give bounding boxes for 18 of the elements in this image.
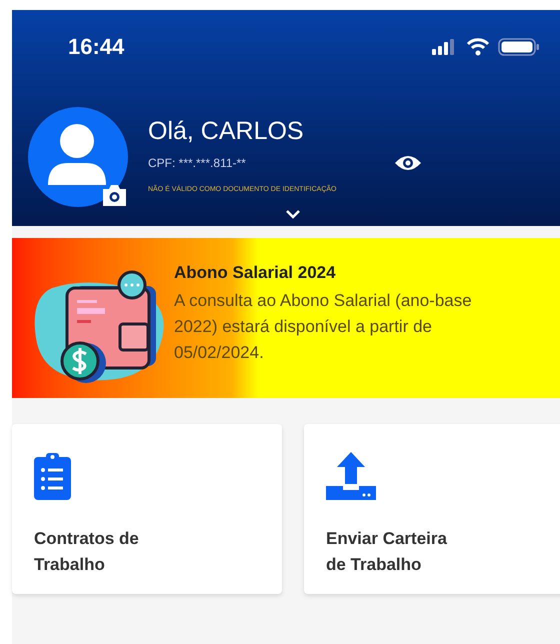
service-card[interactable]: Contratos de Trabalho [12, 424, 282, 594]
cpf-text: CPF: ***.***.811-** [148, 155, 246, 172]
wifi-icon [466, 38, 490, 56]
banner-title: Abono Salarial 2024 [174, 262, 337, 284]
upload-tray-icon [326, 452, 376, 500]
battery-icon [498, 38, 540, 56]
avatar-silhouette-icon [28, 107, 128, 207]
service-card[interactable]: Enviar Carteira de Trabalho [304, 424, 560, 594]
greeting-text: Olá, CARLOS [148, 116, 305, 147]
card-label: Enviar Carteira de Trabalho [326, 528, 448, 576]
camera-icon [101, 183, 128, 207]
card-label: Contratos de Trabalho [34, 528, 140, 576]
status-time: 16:44 [68, 33, 124, 61]
banner[interactable]: Abono Salarial 2024 A consulta ao Abono Salarial (ano-base 2022) estará disponível a partir de 05/02/2024. [12, 238, 560, 398]
chevron-down-icon[interactable] [285, 209, 301, 219]
clipboard-list-icon [34, 452, 71, 500]
banner-text: A consulta ao Abono Salarial (ano-base 2022) estará disponível a partir de 05/02/2024. [174, 290, 473, 364]
eye-icon[interactable] [394, 153, 422, 173]
